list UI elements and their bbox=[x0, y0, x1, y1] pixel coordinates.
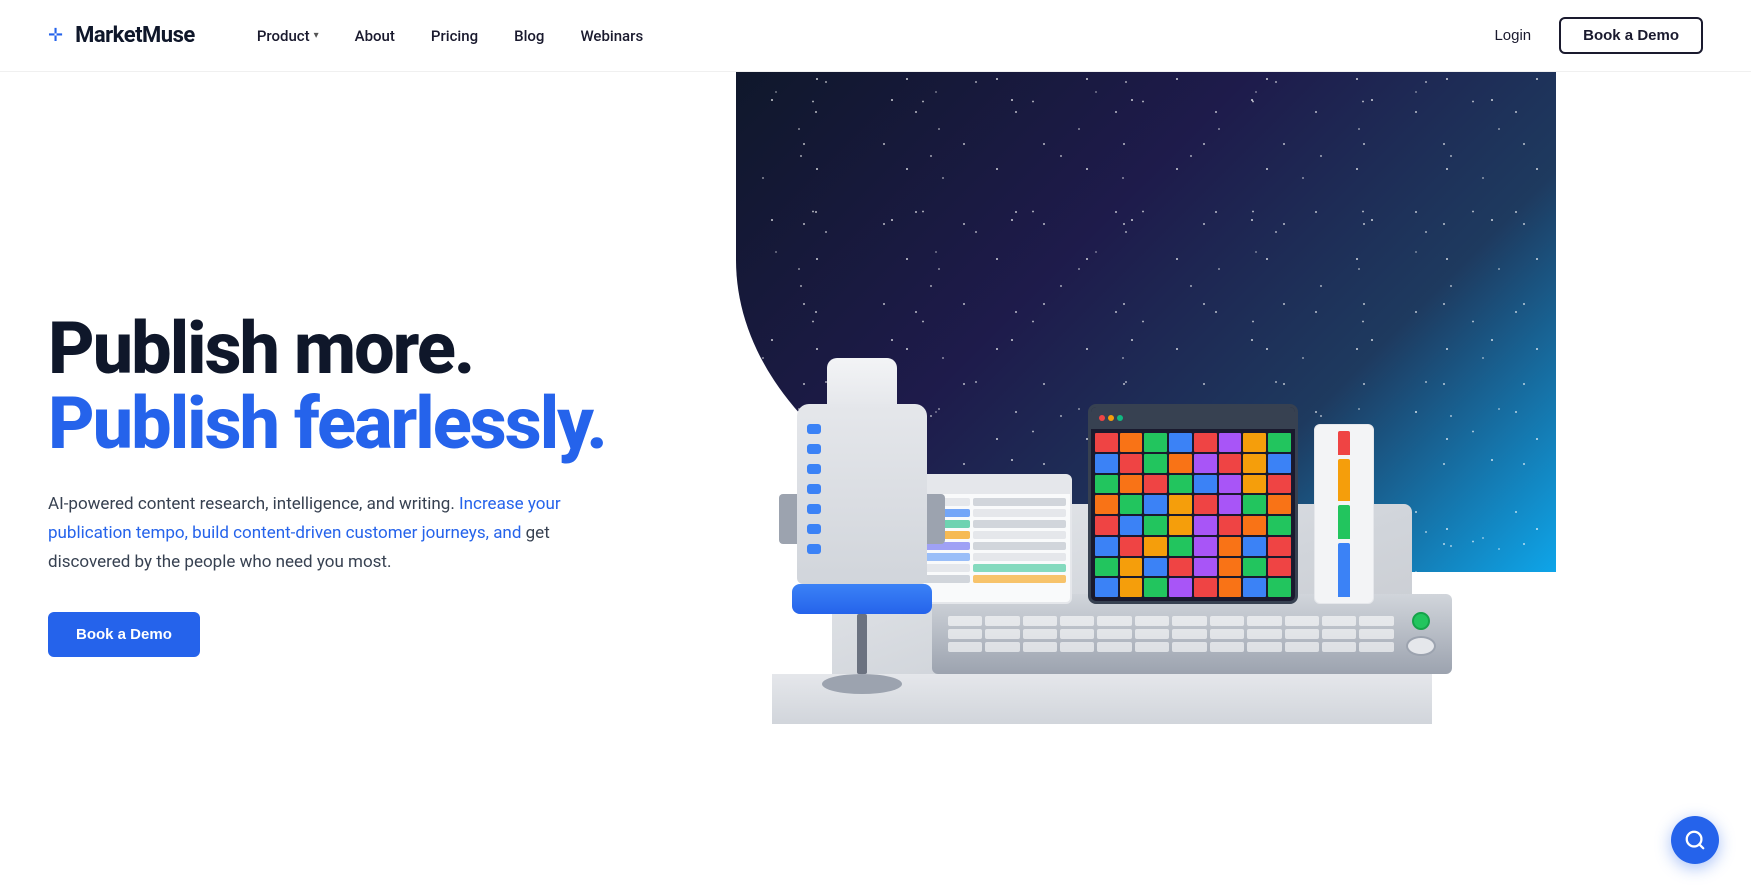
chair-base bbox=[822, 674, 902, 694]
logo-icon: ✛ bbox=[48, 25, 63, 46]
gray-button bbox=[1406, 636, 1436, 656]
keyboard bbox=[948, 616, 1394, 652]
nav-pricing[interactable]: Pricing bbox=[417, 19, 492, 53]
console bbox=[932, 594, 1452, 674]
chair-armrest-right bbox=[927, 494, 945, 544]
bar-yellow bbox=[1338, 459, 1350, 501]
bar-red bbox=[1338, 431, 1350, 455]
search-icon bbox=[1684, 829, 1706, 851]
nav-links: Product ▾ About Pricing Blog Webinars bbox=[243, 19, 1483, 53]
hero-headline-blue: Publish fearlessly. bbox=[48, 386, 628, 462]
hero-visual bbox=[668, 72, 1496, 896]
monitor-right bbox=[1088, 404, 1298, 604]
chair-seat bbox=[792, 584, 932, 614]
chair-pole bbox=[857, 614, 867, 674]
nav-product[interactable]: Product ▾ bbox=[243, 19, 333, 53]
chair-armrest-left bbox=[779, 494, 797, 544]
search-fab-button[interactable] bbox=[1671, 816, 1719, 864]
hero-content: Publish more. Publish fearlessly. AI-pow… bbox=[48, 311, 668, 658]
logo[interactable]: ✛ MarketMuse bbox=[48, 23, 195, 48]
book-demo-button-hero[interactable]: Book a Demo bbox=[48, 612, 200, 657]
hero-description: AI-powered content research, intelligenc… bbox=[48, 490, 588, 577]
stats-panel bbox=[1314, 424, 1374, 604]
hero-desc-plain: AI-powered content research, intelligenc… bbox=[48, 494, 455, 514]
desk bbox=[812, 304, 1372, 724]
bar-green bbox=[1338, 505, 1350, 538]
hero-section: Publish more. Publish fearlessly. AI-pow… bbox=[0, 72, 1751, 896]
chevron-down-icon: ▾ bbox=[314, 30, 319, 41]
console-controls bbox=[1406, 612, 1436, 656]
nav-actions: Login Book a Demo bbox=[1482, 17, 1703, 54]
login-button[interactable]: Login bbox=[1482, 19, 1543, 52]
brand-name: MarketMuse bbox=[75, 23, 195, 48]
main-nav: ✛ MarketMuse Product ▾ About Pricing Blo… bbox=[0, 0, 1751, 72]
book-demo-button-nav[interactable]: Book a Demo bbox=[1559, 17, 1703, 54]
nav-blog[interactable]: Blog bbox=[500, 19, 558, 53]
chair-headrest bbox=[827, 358, 897, 408]
chair-back bbox=[797, 404, 927, 584]
nav-webinars[interactable]: Webinars bbox=[566, 19, 657, 53]
chair-dashes bbox=[807, 424, 821, 554]
bar-blue bbox=[1338, 543, 1350, 597]
nav-about[interactable]: About bbox=[341, 19, 409, 53]
workstation-illustration bbox=[812, 304, 1372, 724]
monitor-tablet-header bbox=[1091, 407, 1295, 429]
chair bbox=[792, 358, 932, 694]
monitors-area bbox=[872, 404, 1432, 604]
monitor-heatmap bbox=[1091, 429, 1295, 601]
hero-headline-dark: Publish more. bbox=[48, 311, 628, 387]
green-button bbox=[1412, 612, 1430, 630]
